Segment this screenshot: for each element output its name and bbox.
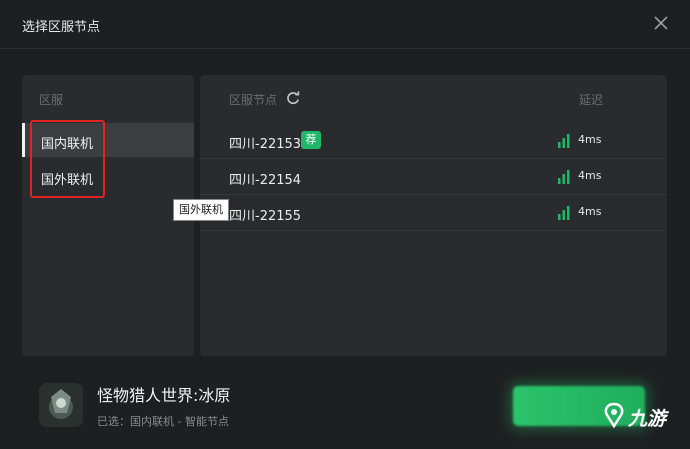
recommended-badge: 荐 <box>301 131 321 149</box>
game-title: 怪物猎人世界:冰原 <box>97 386 231 405</box>
latency-value: 4ms <box>578 205 602 218</box>
title-bar: 选择区服节点 <box>0 0 690 49</box>
node-name: 四川-22154 <box>229 173 302 188</box>
region-header: 区服 <box>39 93 64 107</box>
node-panel: 区服节点 延迟 四川-22153 荐 4ms 四川-22154 4ms 四川-2… <box>200 75 667 356</box>
selected-info: 已选：国内联机 - 智能节点 <box>97 415 229 428</box>
node-row[interactable]: 四川-22153 荐 4ms <box>200 123 667 159</box>
node-header: 区服节点 <box>229 93 278 107</box>
node-row[interactable]: 四川-22155 4ms <box>200 195 667 231</box>
region-item-label: 国外联机 <box>41 173 94 188</box>
latency-value: 4ms <box>578 133 602 146</box>
refresh-icon[interactable] <box>285 90 301 106</box>
signal-icon <box>558 206 570 220</box>
signal-icon <box>558 134 570 148</box>
latency-header: 延迟 <box>579 93 604 107</box>
game-icon <box>39 383 83 427</box>
region-item-label: 国内联机 <box>41 137 94 152</box>
node-name: 四川-22155 <box>229 209 302 224</box>
region-item-overseas[interactable]: 国外联机 <box>22 159 194 193</box>
region-panel: 区服 国内联机 国外联机 <box>22 75 194 356</box>
node-name: 四川-22153 <box>229 137 302 152</box>
latency-value: 4ms <box>578 169 602 182</box>
close-icon[interactable] <box>650 12 672 34</box>
jiuyou-logo-icon <box>604 402 624 428</box>
signal-icon <box>558 170 570 184</box>
tooltip: 国外联机 <box>173 199 229 221</box>
region-item-domestic[interactable]: 国内联机 <box>22 123 194 157</box>
node-row[interactable]: 四川-22154 4ms <box>200 159 667 195</box>
dialog-title: 选择区服节点 <box>22 20 101 35</box>
watermark-text: 九游 <box>628 408 667 430</box>
